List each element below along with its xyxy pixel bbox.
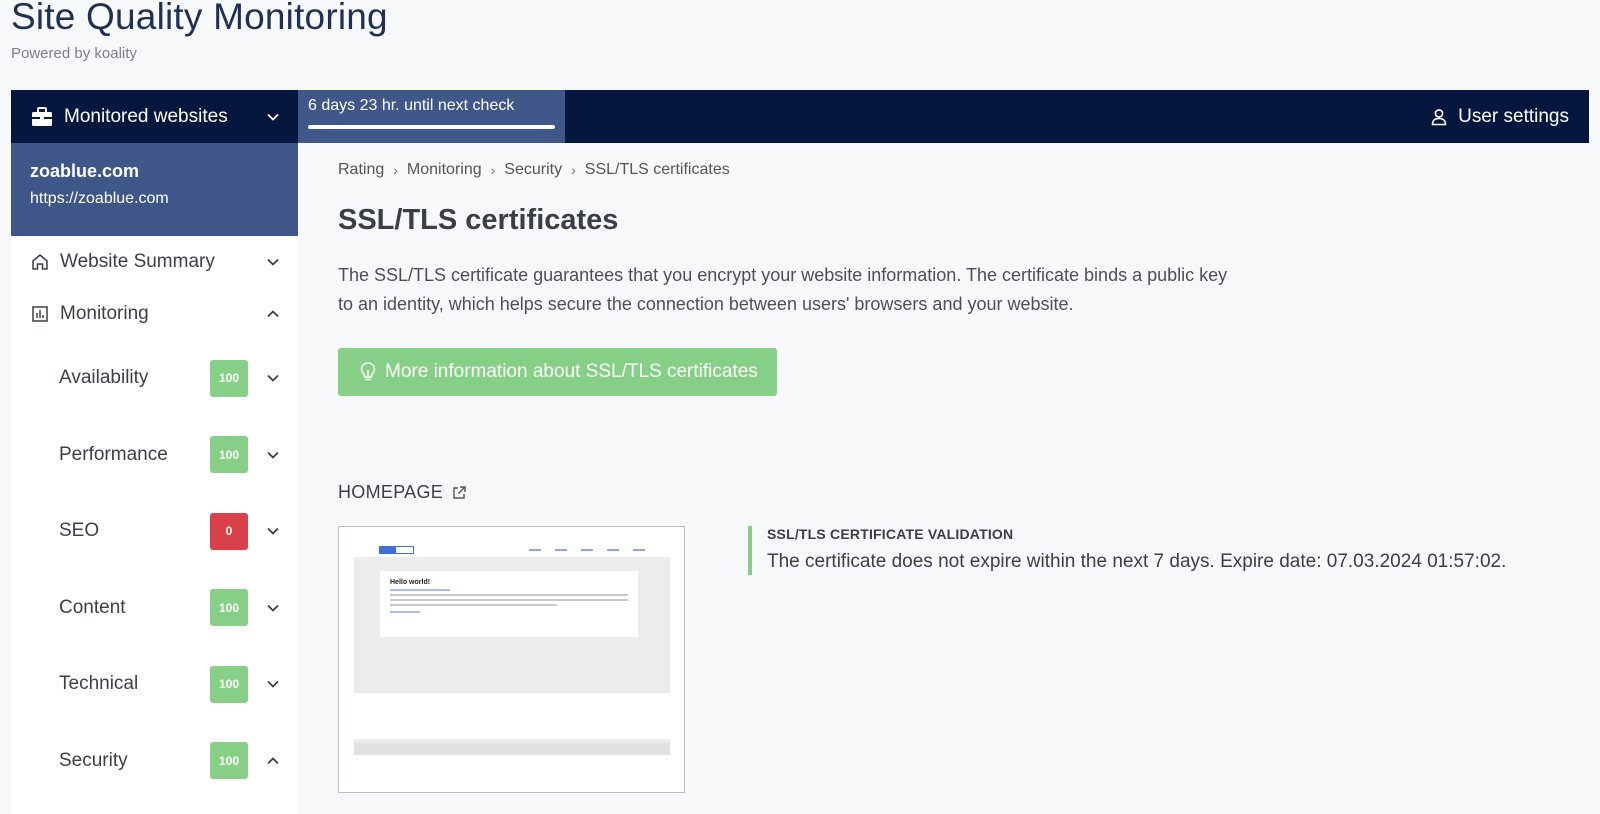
user-settings-label: User settings <box>1458 105 1569 127</box>
screenshot-logo <box>379 546 414 554</box>
site-url: https://zoablue.com <box>30 190 169 207</box>
sidebar-item-seo[interactable]: SEO 0 <box>11 493 298 570</box>
sidebar-item-technical[interactable]: Technical 100 <box>11 646 298 723</box>
sidebar-item-availability[interactable]: Availability 100 <box>11 340 298 417</box>
score-badge: 100 <box>210 665 248 703</box>
sidebar-item-website-summary[interactable]: Website Summary <box>11 236 298 288</box>
screenshot-copyright-bar <box>354 743 670 755</box>
page-title: SSL/TLS certificates <box>338 204 619 236</box>
sidebar-item-label: Technical <box>59 673 139 695</box>
chevron-down-icon <box>266 371 280 385</box>
site-card[interactable]: zoablue.com https://zoablue.com <box>11 143 298 236</box>
breadcrumb-separator: › <box>490 162 496 178</box>
app-subtitle: Powered by koality <box>11 45 137 62</box>
sidebar: zoablue.com https://zoablue.com Website … <box>11 143 298 814</box>
score-badge: 100 <box>210 742 248 780</box>
next-check-panel: 6 days 23 hr. until next check <box>298 90 565 143</box>
validation-result: SSL/TLS CERTIFICATE VALIDATION The certi… <box>748 526 1506 575</box>
screenshot-post-card: Hello world! <box>380 571 638 637</box>
sidebar-item-label: Monitoring <box>60 303 149 324</box>
user-settings-button[interactable]: User settings <box>1410 90 1589 143</box>
sidebar-item-security[interactable]: Security 100 <box>11 723 298 800</box>
sidebar-item-label: Content <box>59 596 126 618</box>
sidebar-item-content[interactable]: Content 100 <box>11 570 298 647</box>
home-icon <box>30 252 50 272</box>
section-heading: HOMEPAGE <box>338 482 1588 503</box>
breadcrumb-separator: › <box>393 162 398 178</box>
chevron-down-icon <box>266 601 280 615</box>
monitored-websites-label: Monitored websites <box>64 105 228 127</box>
next-check-text: 6 days 23 hr. until next check <box>308 97 515 114</box>
sidebar-item-label: Performance <box>59 443 168 465</box>
chevron-down-icon <box>266 255 280 269</box>
site-name: zoablue.com <box>30 161 140 181</box>
breadcrumb-rating[interactable]: Rating <box>338 161 384 179</box>
breadcrumb-security[interactable]: Security <box>504 161 562 179</box>
page-description: The SSL/TLS certificate guarantees that … <box>338 265 1228 314</box>
sidebar-item-monitoring[interactable]: Monitoring <box>11 288 298 340</box>
briefcase-icon <box>31 106 53 128</box>
score-badge: 100 <box>210 359 248 397</box>
screenshot-post-title: Hello world! <box>390 579 431 586</box>
main-content: Rating › Monitoring › Security › SSL/TLS… <box>338 143 1588 793</box>
sidebar-item-performance[interactable]: Performance 100 <box>11 417 298 494</box>
validation-title: SSL/TLS CERTIFICATE VALIDATION <box>767 526 1014 542</box>
score-badge: 100 <box>210 436 248 474</box>
screenshot-nav <box>354 543 670 557</box>
monitored-websites-dropdown[interactable]: Monitored websites <box>11 90 298 143</box>
app-title: Site Quality Monitoring <box>11 0 388 37</box>
breadcrumb: Rating › Monitoring › Security › SSL/TLS… <box>338 161 1588 179</box>
score-badge: 0 <box>210 512 248 550</box>
more-info-button[interactable]: More information about SSL/TLS certifica… <box>338 348 777 396</box>
lightbulb-icon <box>358 361 378 383</box>
chevron-down-icon <box>266 677 280 691</box>
next-check-progress-fill <box>308 125 555 129</box>
chevron-down-icon <box>266 110 280 124</box>
user-icon <box>1430 108 1448 126</box>
chart-icon <box>30 304 50 324</box>
sidebar-item-label: SEO <box>59 520 100 542</box>
sidebar-item-label: Security <box>59 749 128 771</box>
sidebar-item-label: Website Summary <box>60 251 215 272</box>
top-bar: Monitored websites 6 days 23 hr. until n… <box>11 90 1589 143</box>
chevron-up-icon <box>266 307 280 321</box>
breadcrumb-monitoring[interactable]: Monitoring <box>407 161 482 179</box>
chevron-down-icon <box>266 448 280 462</box>
next-check-progress-bar <box>308 125 555 129</box>
sidebar-item-label: Availability <box>59 367 149 389</box>
chevron-down-icon <box>266 524 280 538</box>
breadcrumb-current: SSL/TLS certificates <box>584 161 730 178</box>
screenshot-nav-links <box>529 549 645 551</box>
screenshot-footer <box>354 693 670 739</box>
homepage-screenshot-thumbnail[interactable]: Hello world! <box>338 526 685 793</box>
external-link-icon[interactable] <box>451 485 467 501</box>
screenshot-page: Hello world! <box>354 543 670 755</box>
score-badge: 100 <box>210 589 248 627</box>
validation-message: The certificate does not expire within t… <box>767 551 1507 572</box>
section-title: HOMEPAGE <box>338 482 444 502</box>
more-info-label: More information about SSL/TLS certifica… <box>385 361 758 382</box>
chevron-up-icon <box>266 754 280 768</box>
breadcrumb-separator: › <box>571 162 576 178</box>
